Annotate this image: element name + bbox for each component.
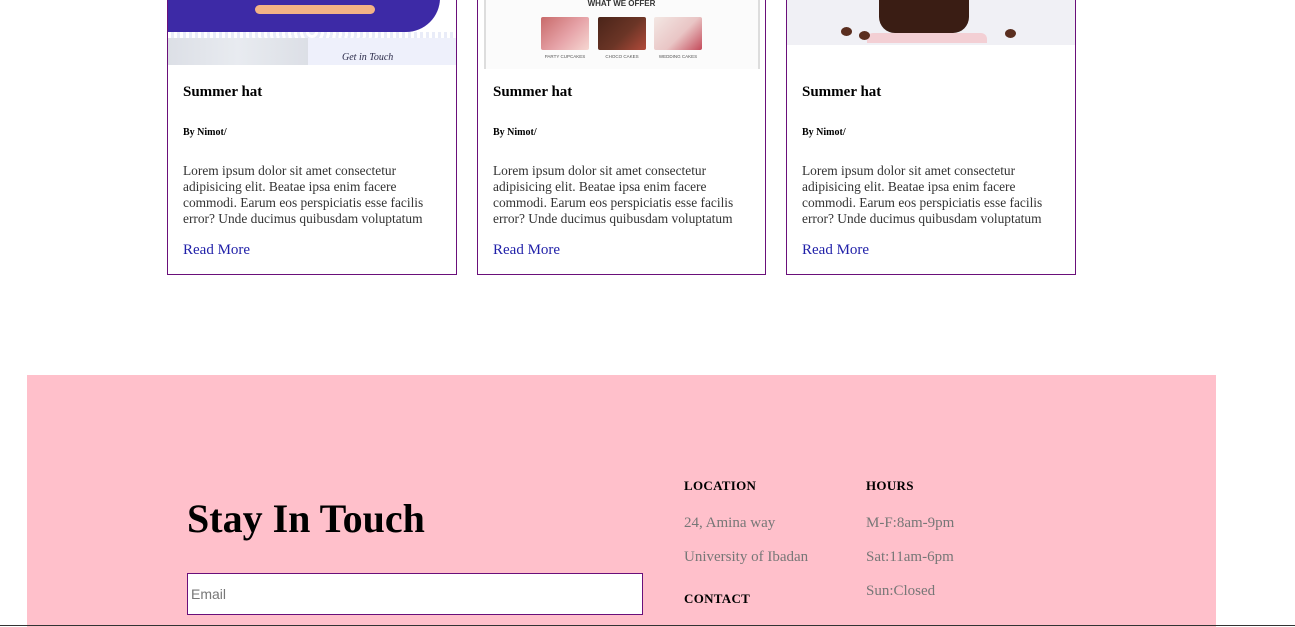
read-more-link[interactable]: Read More: [802, 242, 869, 259]
offer-item: WEDDING CAKES: [654, 17, 702, 59]
divider: [0, 625, 1295, 626]
thumbnail-heading: WHAT WE OFFER: [587, 0, 656, 8]
card-excerpt: Lorem ipsum dolor sit amet consectetur a…: [183, 163, 424, 226]
read-more-link[interactable]: Read More: [183, 242, 250, 259]
thumbnail-caption: Get in Touch: [342, 52, 394, 63]
blog-card: Summer hat By Nimot/ Lorem ipsum dolor s…: [786, 0, 1076, 275]
hours-heading: HOURS: [866, 478, 914, 493]
read-more-link[interactable]: Read More: [493, 242, 560, 259]
hours-sunday: Sun:Closed: [866, 583, 936, 599]
cupcake-image: [879, 0, 969, 33]
email-field[interactable]: [187, 573, 643, 615]
footer: Stay In Touch LOCATION 24, Amina way Uni…: [27, 375, 1216, 627]
card-title: Summer hat: [183, 84, 263, 100]
location-line-1: 24, Amina way: [684, 515, 776, 531]
location-heading: LOCATION: [684, 478, 757, 493]
offer-item: PARTY CUPCAKES: [541, 17, 589, 59]
blog-card: Get in Touch Summer hat By Nimot/ Lorem …: [167, 0, 457, 275]
card-thumbnail: WHAT WE OFFER PARTY CUPCAKES CHOCO CAKES…: [478, 0, 765, 69]
card-thumbnail: Get in Touch: [168, 0, 456, 69]
hours-weekdays: M-F:8am-9pm: [866, 515, 955, 531]
card-author: By Nimot/: [493, 127, 537, 138]
card-author: By Nimot/: [183, 127, 227, 138]
contact-heading: CONTACT: [684, 591, 751, 606]
offer-item: CHOCO CAKES: [598, 17, 646, 59]
page: Get in Touch Summer hat By Nimot/ Lorem …: [0, 0, 1295, 627]
card-thumbnail: [787, 0, 1075, 69]
card-excerpt: Lorem ipsum dolor sit amet consectetur a…: [802, 163, 1043, 226]
card-excerpt: Lorem ipsum dolor sit amet consectetur a…: [493, 163, 734, 226]
footer-heading: Stay In Touch: [187, 496, 425, 541]
location-line-2: University of Ibadan: [684, 549, 809, 565]
card-author: By Nimot/: [802, 127, 846, 138]
blog-card: WHAT WE OFFER PARTY CUPCAKES CHOCO CAKES…: [477, 0, 766, 275]
card-title: Summer hat: [493, 84, 573, 100]
hours-saturday: Sat:11am-6pm: [866, 549, 954, 565]
card-title: Summer hat: [802, 84, 882, 100]
